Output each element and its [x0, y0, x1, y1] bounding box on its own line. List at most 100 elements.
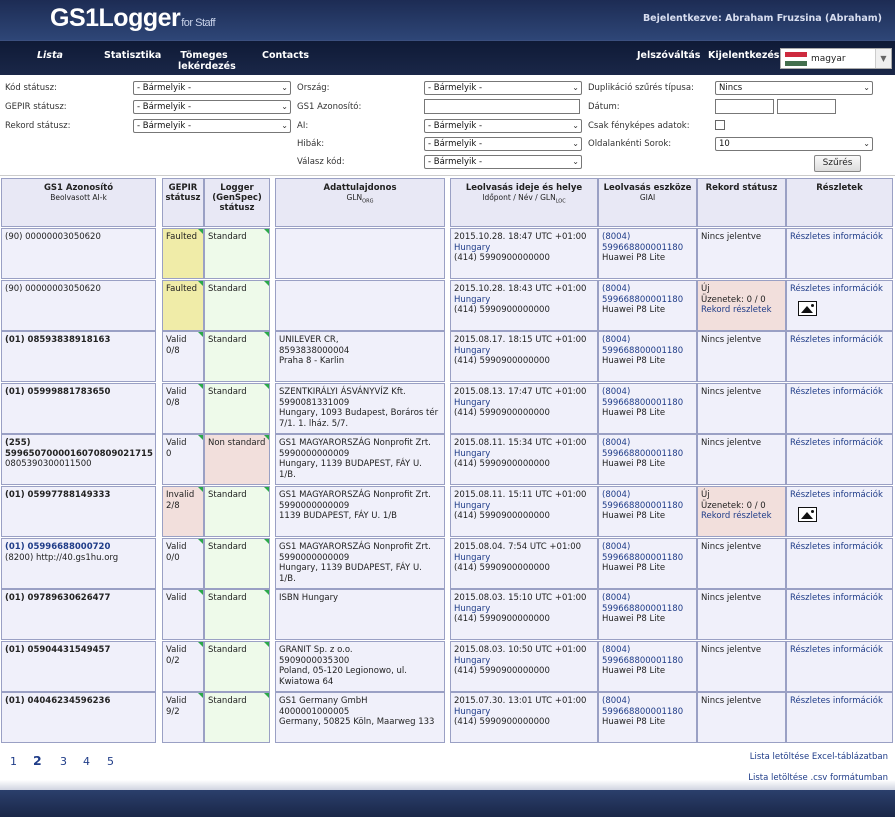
- page-2-link[interactable]: 2: [33, 753, 42, 768]
- datum-to-input[interactable]: [777, 99, 836, 114]
- duplikacio-select[interactable]: Nincs ⌄: [715, 81, 873, 95]
- nav-statisztika[interactable]: Statisztika: [104, 50, 161, 61]
- device-giai-link[interactable]: 599668800001180: [602, 707, 693, 718]
- gepir-statusz-label: GEPIR státusz:: [5, 102, 67, 112]
- hibak-select[interactable]: - Bármelyik - ⌄: [424, 137, 582, 151]
- language-select[interactable]: magyar ▼: [780, 48, 892, 69]
- nav-kijelentkezes[interactable]: Kijelentkezés: [708, 50, 779, 61]
- device-ai-link[interactable]: (8004): [602, 490, 693, 501]
- image-icon[interactable]: [798, 300, 817, 316]
- datum-from-input[interactable]: [715, 99, 774, 114]
- image-icon[interactable]: [798, 506, 817, 522]
- scan-country-link[interactable]: Hungary: [454, 604, 594, 615]
- logger-status-cell: Standard: [204, 331, 270, 382]
- scan-country-link[interactable]: Hungary: [454, 346, 594, 357]
- scan-country-link[interactable]: Hungary: [454, 707, 594, 718]
- device-ai-link[interactable]: (8004): [602, 542, 693, 553]
- device-giai-link[interactable]: 599668800001180: [602, 346, 693, 357]
- device-giai-link[interactable]: 599668800001180: [602, 449, 693, 460]
- valasz-kod-select[interactable]: - Bármelyik - ⌄: [424, 155, 582, 169]
- owner-line: Hungary, 1139 BUDAPEST, FÁY U. 1/B.: [279, 459, 422, 480]
- gepir-status: Valid: [166, 696, 187, 706]
- details-link[interactable]: Részletes információk: [790, 335, 889, 346]
- kod-statusz-select[interactable]: - Bármelyik - ⌄: [133, 81, 291, 95]
- gs1-id: (01) 09789630626477: [5, 593, 111, 603]
- device-name: Huawei P8 Lite: [602, 459, 666, 469]
- gs1-azonosito-input[interactable]: [424, 99, 580, 114]
- scan-country-link[interactable]: Hungary: [454, 656, 594, 667]
- gepir-count: 0/0: [166, 552, 180, 563]
- record-details-link[interactable]: Rekord részletek: [701, 511, 782, 522]
- page-4-link[interactable]: 4: [83, 755, 90, 768]
- scan-gln: (414) 5990900000000: [454, 717, 550, 727]
- csak-fenykepes-checkbox[interactable]: [715, 120, 725, 130]
- scan-gln: (414) 5990900000000: [454, 666, 550, 676]
- device-giai-link[interactable]: 599668800001180: [602, 295, 693, 306]
- scan-time: 2015.08.17. 18:15 UTC +01:00: [454, 335, 587, 345]
- details-link[interactable]: Részletes információk: [790, 490, 889, 501]
- oldalankenti-select[interactable]: 10 ⌄: [715, 137, 873, 151]
- szures-button[interactable]: Szűrés: [814, 155, 861, 172]
- details-link[interactable]: Részletes információk: [790, 593, 889, 604]
- record-status: Nincs jelentve: [701, 593, 762, 603]
- rekord-statusz-select[interactable]: - Bármelyik - ⌄: [133, 119, 291, 133]
- page-1-link[interactable]: 1: [10, 755, 17, 768]
- gs1-id-link[interactable]: (01) 05996688000720: [5, 542, 152, 553]
- scan-cell: 2015.08.17. 18:15 UTC +01:00 Hungary (414)…: [450, 331, 598, 382]
- device-ai-link[interactable]: (8004): [602, 593, 693, 604]
- ai-select[interactable]: - Bármelyik - ⌄: [424, 119, 582, 133]
- gepir-statusz-select[interactable]: - Bármelyik - ⌄: [133, 100, 291, 114]
- page-3-link[interactable]: 3: [60, 755, 67, 768]
- device-ai-link[interactable]: (8004): [602, 284, 693, 295]
- nav-tomeges-lekerdezes[interactable]: Tömeges lekérdezés: [178, 50, 236, 72]
- nav-contacts[interactable]: Contacts: [262, 50, 309, 61]
- scan-country-link[interactable]: Hungary: [454, 398, 594, 409]
- device-giai-link[interactable]: 599668800001180: [602, 243, 693, 254]
- scan-gln: (414) 5990900000000: [454, 563, 550, 573]
- chevron-down-icon[interactable]: ▼: [875, 49, 891, 68]
- scan-country-link[interactable]: Hungary: [454, 295, 594, 306]
- nav-lista[interactable]: Lista: [37, 50, 63, 61]
- scan-time: 2015.07.30. 13:01 UTC +01:00: [454, 696, 587, 706]
- gs1-id: (90) 00000003050620: [5, 284, 101, 294]
- details-link[interactable]: Részletes információk: [790, 645, 889, 656]
- device-giai-link[interactable]: 599668800001180: [602, 501, 693, 512]
- device-cell: (8004) 599668800001180 Huawei P8 Lite: [598, 538, 697, 589]
- device-cell: (8004) 599668800001180 Huawei P8 Lite: [598, 692, 697, 743]
- device-cell: (8004) 599668800001180 Huawei P8 Lite: [598, 589, 697, 640]
- scan-country-link[interactable]: Hungary: [454, 449, 594, 460]
- device-giai-link[interactable]: 599668800001180: [602, 553, 693, 564]
- device-name: Huawei P8 Lite: [602, 408, 666, 418]
- app-logo[interactable]: GS1Loggerfor Staff: [50, 4, 216, 33]
- device-giai-link[interactable]: 599668800001180: [602, 656, 693, 667]
- details-link[interactable]: Részletes információk: [790, 284, 889, 295]
- device-giai-link[interactable]: 599668800001180: [602, 604, 693, 615]
- download-excel-link[interactable]: Lista letöltése Excel-táblázatban: [750, 752, 888, 762]
- device-ai-link[interactable]: (8004): [602, 232, 693, 243]
- device-ai-link[interactable]: (8004): [602, 387, 693, 398]
- device-giai-link[interactable]: 599668800001180: [602, 398, 693, 409]
- details-link[interactable]: Részletes információk: [790, 696, 889, 707]
- device-ai-link[interactable]: (8004): [602, 438, 693, 449]
- device-ai-link[interactable]: (8004): [602, 645, 693, 656]
- details-link[interactable]: Részletes információk: [790, 542, 889, 553]
- scan-country-link[interactable]: Hungary: [454, 553, 594, 564]
- scan-country-link[interactable]: Hungary: [454, 501, 594, 512]
- page-5-link[interactable]: 5: [107, 755, 114, 768]
- gs1-id: (01) 08593838918163: [5, 335, 111, 345]
- owner-line: GS1 Germany GmbH: [279, 696, 368, 706]
- nav-jelszovaltas[interactable]: Jelszóváltás: [637, 50, 700, 61]
- scan-cell: 2015.10.28. 18:47 UTC +01:00 Hungary (414)…: [450, 228, 598, 279]
- record-details-link[interactable]: Rekord részletek: [701, 305, 782, 316]
- details-link[interactable]: Részletes információk: [790, 232, 889, 243]
- details-link[interactable]: Részletes információk: [790, 387, 889, 398]
- device-ai-link[interactable]: (8004): [602, 335, 693, 346]
- scan-country-link[interactable]: Hungary: [454, 243, 594, 254]
- corner-marker-icon: [264, 229, 269, 234]
- gepir-count: 0/8: [166, 397, 180, 408]
- device-ai-link[interactable]: (8004): [602, 696, 693, 707]
- details-link[interactable]: Részletes információk: [790, 438, 889, 449]
- orszag-select[interactable]: - Bármelyik - ⌄: [424, 81, 582, 95]
- owner-cell: [275, 280, 445, 331]
- device-name: Huawei P8 Lite: [602, 356, 666, 366]
